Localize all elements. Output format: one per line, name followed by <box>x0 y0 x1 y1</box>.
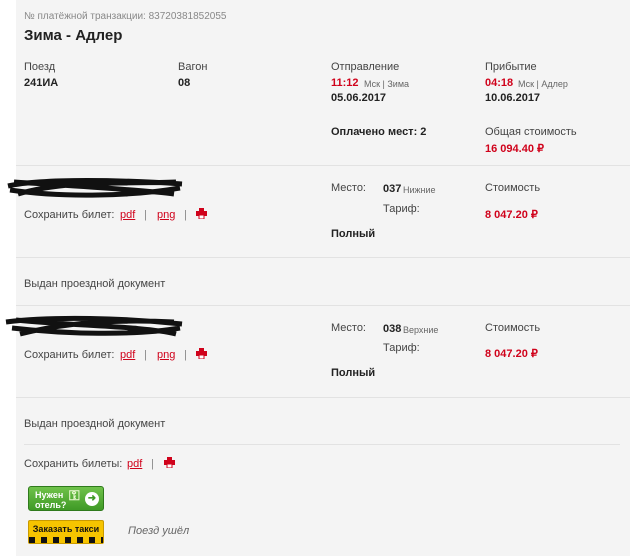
arrival-time: 04:18 <box>485 77 514 89</box>
taxi-checker-pattern <box>29 537 103 543</box>
arrival-timezone: Мск | Адлер <box>518 79 568 89</box>
png-link[interactable]: png <box>157 209 175 221</box>
order-taxi-label: Заказать такси <box>32 524 100 534</box>
divider <box>24 444 620 445</box>
pdf-link[interactable]: pdf <box>120 209 135 221</box>
tariff-value: Полный <box>331 367 376 379</box>
departure-time: 11:12 <box>331 77 359 89</box>
divider <box>16 257 630 258</box>
ticket-cost-label: Стоимость <box>485 322 541 334</box>
ticket-cost-label: Стоимость <box>485 182 541 194</box>
redacted-passenger-name <box>5 315 183 337</box>
seat-label: Место: <box>331 322 366 334</box>
pdf-link-all[interactable]: pdf <box>127 458 142 470</box>
tariff-label: Тариф: <box>383 203 420 215</box>
pdf-link[interactable]: pdf <box>120 349 135 361</box>
wagon-value: 08 <box>178 77 191 89</box>
separator: | <box>184 349 187 361</box>
divider <box>16 165 630 166</box>
tariff-label: Тариф: <box>383 342 420 354</box>
separator: | <box>144 349 147 361</box>
tariff-value: Полный <box>331 228 376 240</box>
save-tickets-label: Сохранить билеты: <box>24 458 123 470</box>
train-value: 241ИА <box>24 77 59 89</box>
seat-number: 037 <box>383 183 402 195</box>
arrival-date: 10.06.2017 <box>485 92 541 104</box>
ticket-cost-value: 8 047.20 ₽ <box>485 209 538 221</box>
ticket-status: Выдан проездной документ <box>24 278 166 290</box>
redacted-passenger-name <box>7 178 183 198</box>
key-icon: ⚿ <box>69 487 80 503</box>
separator: | <box>151 458 154 470</box>
seat-type: Верхние <box>403 325 439 335</box>
printer-icon[interactable] <box>164 457 175 468</box>
train-status: Поезд ушёл <box>128 525 190 537</box>
route-title: Зима - Адлер <box>24 27 123 44</box>
paid-seats: Оплачено мест: 2 <box>331 126 427 138</box>
train-label: Поезд <box>24 61 56 73</box>
transaction-number: № платёжной транзакции: 83720381852055 <box>24 11 227 22</box>
departure-timezone: Мск | Зима <box>364 79 410 89</box>
ticket-cost-value: 8 047.20 ₽ <box>485 348 538 360</box>
find-hotel-button[interactable]: Нужен отель? ⚿ ➜ <box>28 486 104 511</box>
printer-icon[interactable] <box>196 348 207 359</box>
divider <box>16 397 630 398</box>
separator: | <box>144 209 147 221</box>
total-cost-value: 16 094.40 ₽ <box>485 143 544 155</box>
printer-icon[interactable] <box>196 208 207 219</box>
divider <box>16 305 630 306</box>
arrival-label: Прибытие <box>485 61 537 73</box>
total-cost-label: Общая стоимость <box>485 126 577 138</box>
seat-label: Место: <box>331 182 366 194</box>
departure-label: Отправление <box>331 61 400 73</box>
seat-type: Нижние <box>403 185 436 195</box>
png-link[interactable]: png <box>157 349 175 361</box>
separator: | <box>184 209 187 221</box>
order-taxi-button[interactable]: Заказать такси <box>28 520 104 544</box>
arrow-right-icon: ➜ <box>85 492 99 506</box>
find-hotel-label: Нужен отель? <box>35 490 67 510</box>
save-ticket-label: Сохранить билет: <box>24 209 115 221</box>
departure-date: 05.06.2017 <box>331 92 387 104</box>
wagon-label: Вагон <box>178 61 208 73</box>
ticket-status: Выдан проездной документ <box>24 418 166 430</box>
save-ticket-label: Сохранить билет: <box>24 349 115 361</box>
seat-number: 038 <box>383 323 402 335</box>
